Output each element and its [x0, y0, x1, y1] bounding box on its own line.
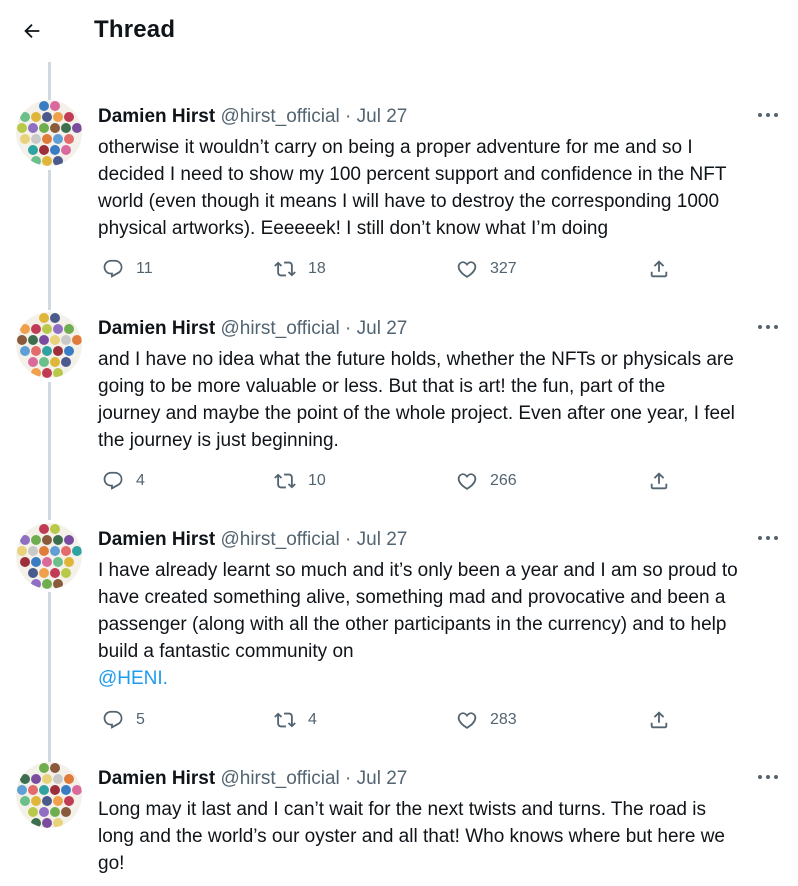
tweet-text-line: I have already learnt so much and it’s o…: [98, 560, 738, 581]
avatar[interactable]: [16, 762, 82, 828]
separator-dot: ·: [345, 318, 352, 339]
author-name[interactable]: Damien Hirst: [98, 529, 215, 550]
heart-icon: [457, 712, 477, 729]
retweet-count: 4: [308, 711, 317, 728]
like-button[interactable]: 327: [456, 254, 517, 284]
avatar[interactable]: [16, 523, 82, 589]
author-handle[interactable]: @hirst_official: [220, 106, 339, 127]
reply-count: 11: [136, 260, 153, 277]
tweet-text: I have already learnt so much and it’s o…: [98, 557, 788, 692]
tweet-date[interactable]: Jul 27: [357, 106, 408, 127]
reply-button[interactable]: 4: [102, 466, 145, 496]
page-title: Thread: [94, 16, 176, 43]
like-count: 266: [490, 472, 517, 489]
retweet-count: 18: [308, 260, 326, 277]
tweet-date[interactable]: Jul 27: [357, 529, 408, 550]
avatar-image: [16, 100, 82, 166]
separator-dot: ·: [345, 529, 352, 550]
avatar-image: [16, 762, 82, 828]
share-button[interactable]: [648, 466, 670, 496]
tweet-text-line: world (even though it means I will have …: [98, 191, 720, 212]
more-options-button[interactable]: [754, 764, 782, 788]
tweet-actions: 5 4 283: [98, 705, 698, 735]
tweet-header: Damien Hirst @hirst_official · Jul 27: [98, 768, 407, 790]
retweet-icon: [274, 712, 296, 728]
back-button[interactable]: [14, 13, 50, 49]
like-button[interactable]: 266: [456, 466, 517, 496]
tweet-text: and I have no idea what the future holds…: [98, 346, 788, 454]
reply-icon: [103, 471, 123, 490]
reply-button[interactable]: 11: [102, 254, 153, 284]
like-count: 327: [490, 260, 517, 277]
author-handle[interactable]: @hirst_official: [220, 529, 339, 550]
author-handle[interactable]: @hirst_official: [220, 318, 339, 339]
tweet-text-line: go!: [98, 853, 125, 874]
avatar-image: [16, 312, 82, 378]
tweet-text-line: have created something alive, something …: [98, 587, 726, 608]
heart-icon: [457, 473, 477, 490]
tweet-header: Damien Hirst @hirst_official · Jul 27: [98, 529, 407, 551]
tweet-text-line: the journey is just beginning.: [98, 430, 339, 451]
reply-count: 5: [136, 711, 145, 728]
retweet-count: 10: [308, 472, 326, 489]
tweet-actions: 11 18 327: [98, 254, 698, 284]
reply-icon: [103, 710, 123, 729]
reply-button[interactable]: 5: [102, 705, 145, 735]
author-handle[interactable]: @hirst_official: [220, 768, 339, 789]
author-name[interactable]: Damien Hirst: [98, 318, 215, 339]
share-button[interactable]: [648, 254, 670, 284]
tweet-text-line: journey and maybe the point of the whole…: [98, 403, 735, 424]
thread-connector: [48, 382, 51, 520]
tweet-date[interactable]: Jul 27: [357, 768, 408, 789]
tweet-date[interactable]: Jul 27: [357, 318, 408, 339]
thread-header: Thread: [0, 0, 798, 62]
thread-connector: [48, 62, 51, 100]
like-button[interactable]: 283: [456, 705, 517, 735]
more-options-button[interactable]: [754, 314, 782, 338]
share-button[interactable]: [648, 705, 670, 735]
retweet-icon: [274, 473, 296, 489]
share-icon: [650, 711, 668, 729]
avatar[interactable]: [16, 312, 82, 378]
author-name[interactable]: Damien Hirst: [98, 768, 215, 789]
heart-icon: [457, 261, 477, 278]
tweet-text-line: physical artworks). Eeeeeek! I still don…: [98, 218, 609, 239]
avatar[interactable]: [16, 100, 82, 166]
tweet-text-line: Long may it last and I can’t wait for th…: [98, 799, 706, 820]
thread-connector: [48, 592, 51, 762]
tweet-text-line: otherwise it wouldn’t carry on being a p…: [98, 137, 693, 158]
avatar-image: [16, 523, 82, 589]
tweet-text-line: and I have no idea what the future holds…: [98, 349, 734, 370]
retweet-button[interactable]: 10: [274, 466, 326, 496]
mention-link[interactable]: @HENI.: [98, 665, 788, 692]
tweet-header: Damien Hirst @hirst_official · Jul 27: [98, 106, 407, 128]
separator-dot: ·: [345, 106, 352, 127]
tweet-header: Damien Hirst @hirst_official · Jul 27: [98, 318, 407, 340]
arrow-left-icon: [24, 23, 40, 39]
more-options-button[interactable]: [754, 525, 782, 549]
share-icon: [650, 260, 668, 278]
reply-icon: [103, 259, 123, 278]
author-name[interactable]: Damien Hirst: [98, 106, 215, 127]
like-count: 283: [490, 711, 517, 728]
tweet-text-line: decided I need to show my 100 percent su…: [98, 164, 727, 185]
share-icon: [650, 472, 668, 490]
retweet-button[interactable]: 18: [274, 254, 326, 284]
tweet-text-line: build a fantastic community on: [98, 641, 354, 662]
tweet-text: otherwise it wouldn’t carry on being a p…: [98, 134, 788, 242]
reply-count: 4: [136, 472, 145, 489]
tweet-text: Long may it last and I can’t wait for th…: [98, 796, 788, 877]
retweet-icon: [274, 261, 296, 277]
thread-connector: [48, 170, 51, 310]
tweet-text-line: passenger (along with all the other part…: [98, 614, 727, 635]
retweet-button[interactable]: 4: [274, 705, 317, 735]
separator-dot: ·: [345, 768, 352, 789]
more-options-button[interactable]: [754, 102, 782, 126]
tweet-text-line: going to be more valuable or less. But t…: [98, 376, 666, 397]
tweet-actions: 4 10 266: [98, 466, 698, 496]
tweet-text-line: long and the world’s our oyster and all …: [98, 826, 725, 847]
